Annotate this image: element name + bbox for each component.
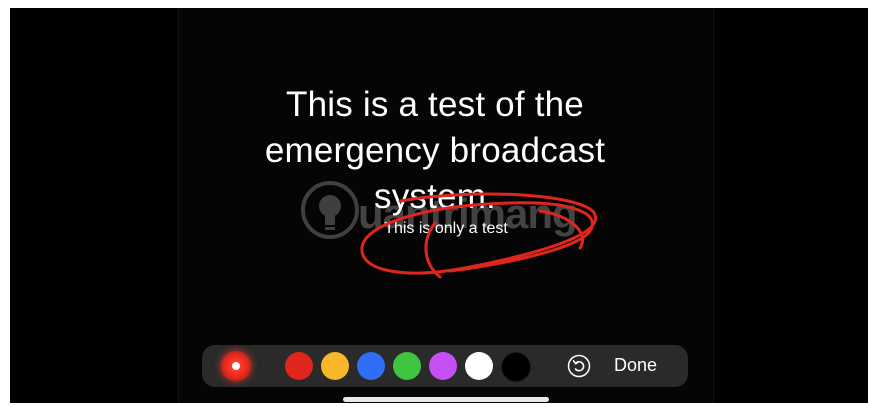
headline-line-2: emergency broadcast (264, 131, 606, 170)
color-swatch-red[interactable] (285, 352, 313, 380)
markup-toolbar: Done (202, 345, 688, 387)
red-ink-annotation (360, 192, 597, 279)
color-swatch-blue[interactable] (357, 352, 385, 380)
color-swatch-white[interactable] (465, 352, 493, 380)
home-indicator[interactable] (343, 397, 549, 402)
pen-selected-indicator (232, 362, 240, 370)
color-swatch-black[interactable] (501, 352, 531, 382)
pen-tool-button[interactable] (221, 351, 251, 381)
screen: uantrimang This is a test of the emergen… (10, 8, 868, 403)
undo-icon[interactable] (567, 354, 591, 378)
headline-line-1: This is a test of the (286, 85, 584, 124)
color-swatch-purple[interactable] (429, 352, 457, 380)
color-swatch-yellow[interactable] (321, 352, 349, 380)
done-button[interactable]: Done (614, 355, 657, 376)
color-swatch-green[interactable] (393, 352, 421, 380)
